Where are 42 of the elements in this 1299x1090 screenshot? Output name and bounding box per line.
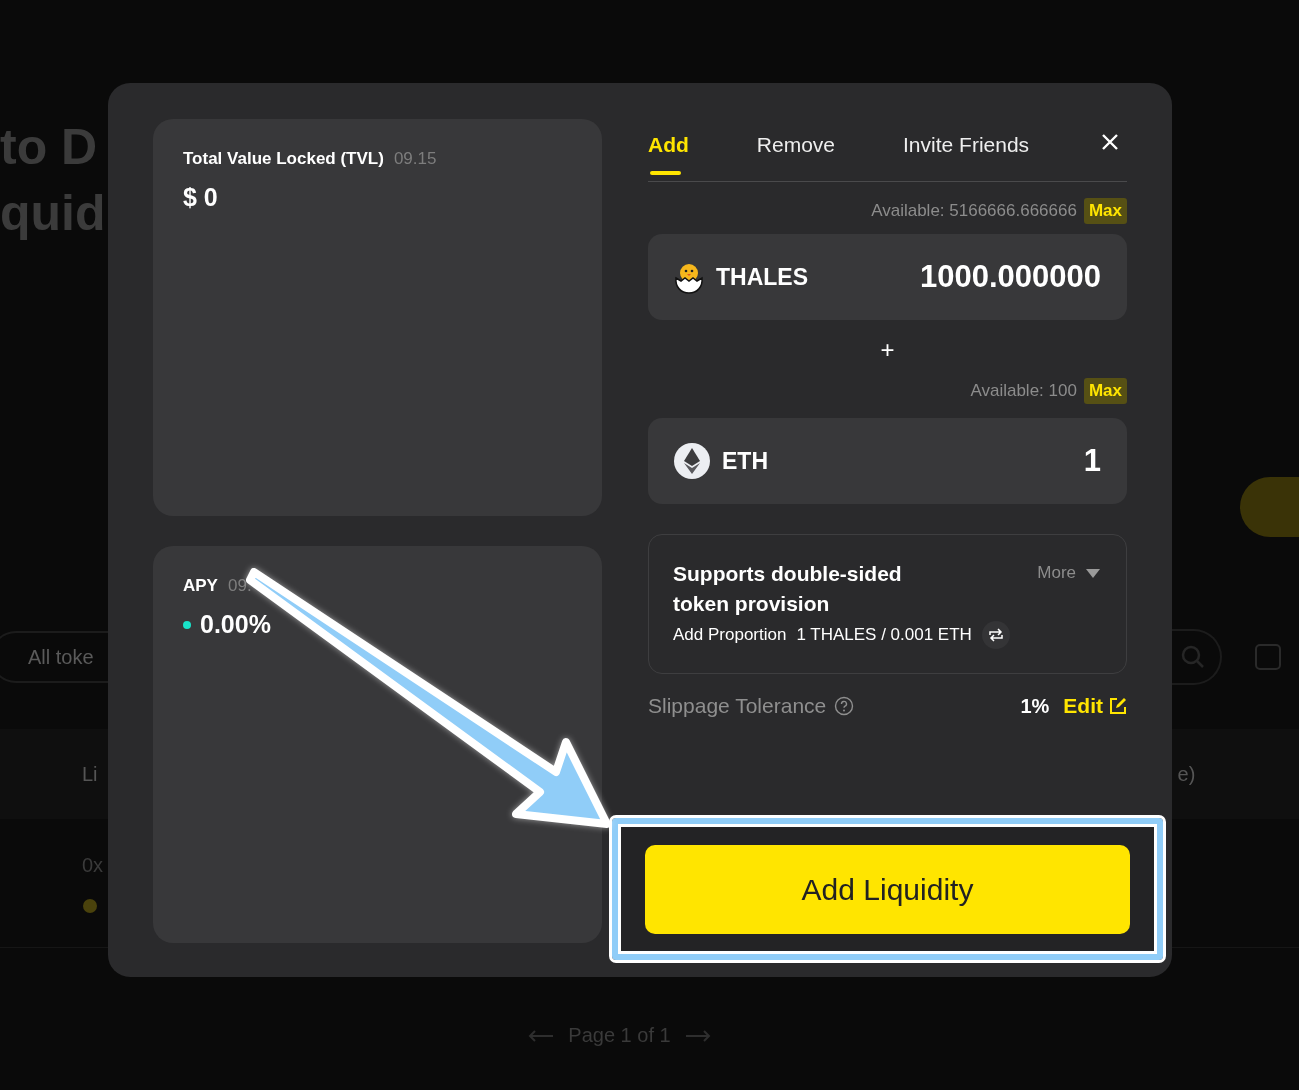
status-dot xyxy=(183,620,191,629)
edit-link[interactable]: Edit xyxy=(1063,694,1127,718)
eth-icon xyxy=(674,443,710,479)
checkbox[interactable] xyxy=(1255,644,1281,670)
tab[interactable]: Invite Friends xyxy=(903,119,1030,175)
amount-input[interactable]: 1000.000000 xyxy=(871,259,1101,295)
proportion-label: Add Proportion xyxy=(673,625,787,645)
amount-input[interactable]: 1 xyxy=(871,443,1101,479)
more-button[interactable]: More xyxy=(1037,563,1100,583)
stat-label: APY xyxy=(183,576,218,596)
help-icon[interactable] xyxy=(834,696,855,716)
caret-icon xyxy=(1086,568,1100,578)
arrow-left-icon[interactable] xyxy=(528,1029,555,1042)
close-icon xyxy=(1101,133,1119,151)
stat-value: 0.00% xyxy=(200,610,271,639)
token-symbol: ETH xyxy=(722,447,768,475)
edit-icon xyxy=(1109,697,1127,715)
column-header: Li xyxy=(82,762,98,786)
slippage-value: 1% xyxy=(1020,694,1050,718)
swap-icon xyxy=(987,628,1004,642)
max-button[interactable]: Max xyxy=(1083,378,1127,404)
stat-date: 09.15 xyxy=(393,149,437,169)
stat-value: $ 0 xyxy=(183,183,218,212)
column-header: e) xyxy=(1177,762,1196,786)
stat-date: 09. xyxy=(227,576,252,596)
status-dot xyxy=(83,898,97,913)
stat-label: Total Value Locked (TVL) xyxy=(183,149,384,169)
info-title: Supports double-sided token provision xyxy=(673,561,903,617)
tab[interactable]: Remove xyxy=(756,119,836,175)
available-balance: Available: 100 xyxy=(970,381,1077,401)
action-button[interactable] xyxy=(1240,477,1299,537)
tab[interactable]: Add xyxy=(648,119,689,175)
plus-sign: + xyxy=(880,338,895,362)
add-liquidity-button[interactable]: Add Liquidity xyxy=(645,845,1130,934)
swap-button[interactable] xyxy=(981,621,1010,649)
available-balance: Available: 5166666.666666 xyxy=(871,201,1077,221)
proportion-value: 1 THALES / 0.001 ETH xyxy=(796,625,972,645)
arrow-right-icon[interactable] xyxy=(684,1029,711,1042)
search-icon xyxy=(1180,644,1206,670)
max-button[interactable]: Max xyxy=(1083,198,1127,224)
token-symbol: THALES xyxy=(716,263,808,291)
slippage-label: Slippage Tolerance xyxy=(648,694,827,718)
